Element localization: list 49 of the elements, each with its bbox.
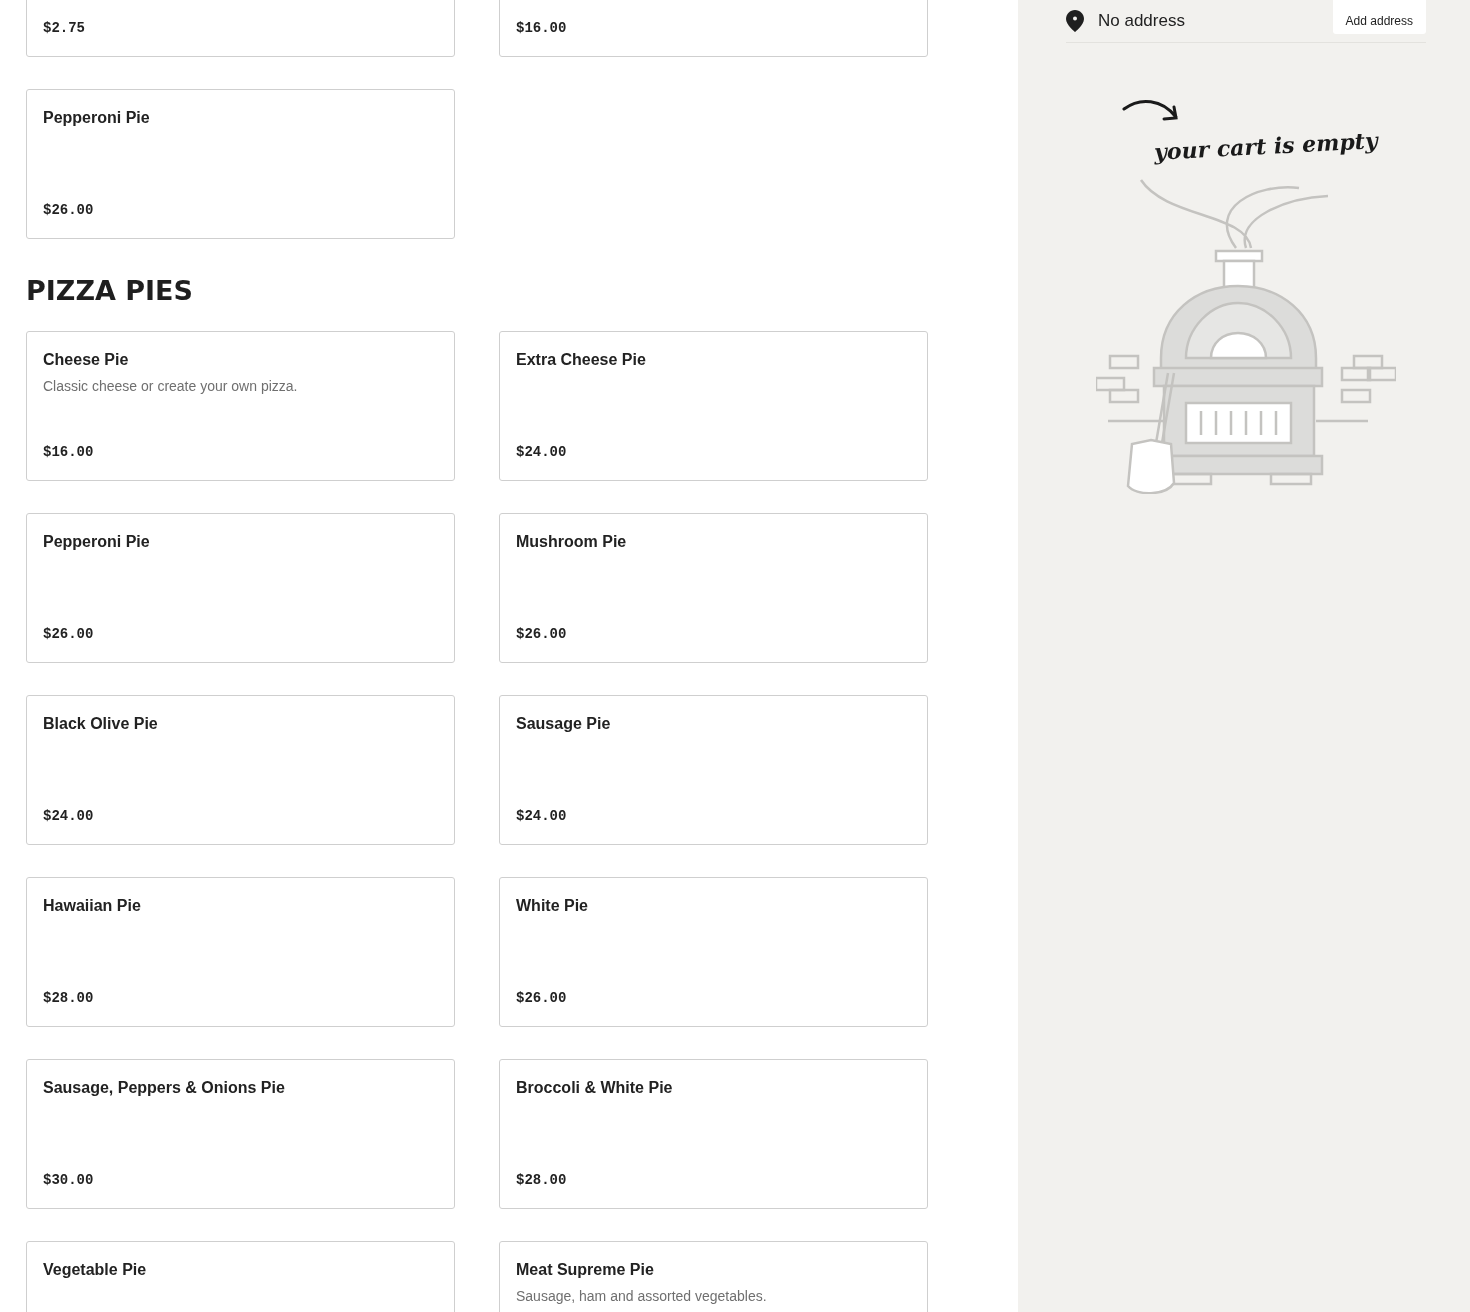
menu-item-card[interactable]: $2.75 bbox=[26, 0, 455, 57]
menu-item-card[interactable]: Sausage Pie $24.00 bbox=[499, 695, 928, 845]
item-description: Classic cheese or create your own pizza. bbox=[43, 378, 299, 394]
item-price: $24.00 bbox=[516, 808, 568, 824]
item-price: $28.00 bbox=[43, 990, 95, 1006]
item-name: White Pie bbox=[516, 897, 589, 915]
menu-item-card[interactable]: Pepperoni Pie $26.00 bbox=[26, 89, 455, 239]
menu-item-card[interactable]: Sausage, Peppers & Onions Pie $30.00 bbox=[26, 1059, 455, 1209]
item-price: $24.00 bbox=[43, 808, 95, 824]
item-price: $26.00 bbox=[516, 626, 568, 642]
item-name: Sausage Pie bbox=[516, 715, 612, 733]
item-price: $26.00 bbox=[516, 990, 568, 1006]
item-name: Meat Supreme Pie bbox=[516, 1261, 655, 1279]
menu-item-card[interactable]: Pepperoni Pie $26.00 bbox=[26, 513, 455, 663]
item-name: Extra Cheese Pie bbox=[516, 351, 647, 369]
menu-item-card[interactable]: White Pie $26.00 bbox=[499, 877, 928, 1027]
item-price: $28.00 bbox=[516, 1172, 568, 1188]
item-price: $16.00 bbox=[516, 20, 568, 36]
menu-item-card[interactable]: Vegetable Pie bbox=[26, 1241, 455, 1312]
item-name: Black Olive Pie bbox=[43, 715, 159, 733]
menu-item-card[interactable]: Hawaiian Pie $28.00 bbox=[26, 877, 455, 1027]
arrow-icon bbox=[1122, 97, 1180, 123]
menu-item-card[interactable]: Cheese Pie Classic cheese or create your own pizza. $16.00 bbox=[26, 331, 455, 481]
item-price: $30.00 bbox=[43, 1172, 95, 1188]
address-text: No address bbox=[1098, 11, 1186, 31]
menu-item-card[interactable]: $16.00 bbox=[499, 0, 928, 57]
menu-item-card[interactable]: Mushroom Pie $26.00 bbox=[499, 513, 928, 663]
item-price: $26.00 bbox=[43, 626, 95, 642]
item-description: Sausage, ham and assorted vegetables. bbox=[516, 1288, 768, 1304]
menu-item-card[interactable]: Meat Supreme Pie Sausage, ham and assorted vegetables. bbox=[499, 1241, 928, 1312]
menu-item-card[interactable]: Black Olive Pie $24.00 bbox=[26, 695, 455, 845]
location-pin-icon bbox=[1066, 10, 1084, 32]
add-address-button[interactable]: Add address bbox=[1332, 0, 1426, 34]
item-name: Hawaiian Pie bbox=[43, 897, 142, 915]
item-name: Cheese Pie bbox=[43, 351, 130, 369]
item-price: $2.75 bbox=[43, 20, 86, 36]
item-price: $16.00 bbox=[43, 444, 95, 460]
menu-item-card[interactable]: Broccoli & White Pie $28.00 bbox=[499, 1059, 928, 1209]
item-price: $26.00 bbox=[43, 202, 95, 218]
item-name: Pepperoni Pie bbox=[43, 533, 151, 551]
item-name: Mushroom Pie bbox=[516, 533, 628, 551]
section-heading: PIZZA PIES bbox=[26, 275, 193, 307]
empty-cart-text: your cart is empty bbox=[1153, 127, 1379, 165]
item-name: Broccoli & White Pie bbox=[516, 1079, 674, 1097]
item-name: Pepperoni Pie bbox=[43, 109, 151, 127]
item-price: $24.00 bbox=[516, 444, 568, 460]
item-name: Sausage, Peppers & Onions Pie bbox=[43, 1079, 286, 1097]
menu-item-card[interactable]: Extra Cheese Pie $24.00 bbox=[499, 331, 928, 481]
item-name: Vegetable Pie bbox=[43, 1261, 148, 1279]
